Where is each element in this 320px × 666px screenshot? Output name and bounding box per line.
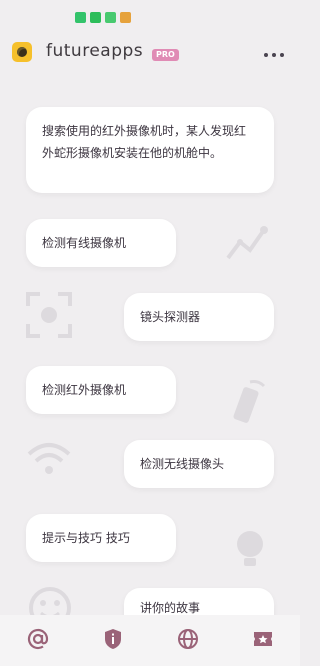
pro-badge: PRO — [152, 49, 179, 61]
focus-icon — [26, 292, 72, 338]
detect-wired-camera-label: 检测有线摄像机 — [42, 236, 127, 250]
status-bar — [0, 0, 300, 30]
detect-wired-camera-button[interactable]: 检测有线摄像机 — [26, 219, 176, 267]
weibo-icon — [120, 12, 131, 23]
lens-detector-label: 镜头探测器 — [140, 310, 201, 324]
bottom-nav — [0, 615, 300, 666]
wechat-icon — [90, 12, 101, 23]
detect-wireless-camera-label: 检测无线摄像头 — [140, 457, 225, 471]
app-header: futureapps PRO — [0, 30, 300, 80]
detect-infrared-camera-button[interactable]: 检测红外摄像机 — [26, 366, 176, 414]
more-vert-icon[interactable] — [264, 50, 286, 60]
app-logo — [12, 42, 32, 62]
story-line-2: 外蛇形摄像机安装在他的机舱中。 — [42, 146, 223, 160]
detect-wireless-camera-button[interactable]: 检测无线摄像头 — [124, 440, 274, 488]
bulb-icon — [237, 531, 263, 566]
lens-detector-button[interactable]: 镜头探测器 — [124, 293, 274, 341]
detect-infrared-camera-label: 检测红外摄像机 — [42, 383, 127, 397]
globe-icon[interactable] — [176, 627, 200, 651]
info-shield-icon[interactable] — [101, 627, 125, 651]
phone-icon — [75, 12, 86, 23]
at-icon[interactable] — [26, 627, 50, 651]
story-card: 搜索使用的红外摄像机时，某人发现红 外蛇形摄像机安装在他的机舱中。 — [26, 107, 274, 193]
messages-icon — [105, 12, 116, 23]
remote-icon — [233, 380, 266, 423]
star-ticket-icon[interactable] — [251, 627, 275, 651]
tips-tricks-button[interactable]: 提示与技巧 技巧 — [26, 514, 176, 562]
wifi-icon — [27, 443, 71, 474]
story-line-1: 搜索使用的红外摄像机时，某人发现红 — [42, 124, 247, 138]
trend-icon — [226, 226, 268, 260]
app-title: futureapps — [46, 41, 144, 61]
tips-tricks-label: 提示与技巧 技巧 — [42, 531, 130, 545]
